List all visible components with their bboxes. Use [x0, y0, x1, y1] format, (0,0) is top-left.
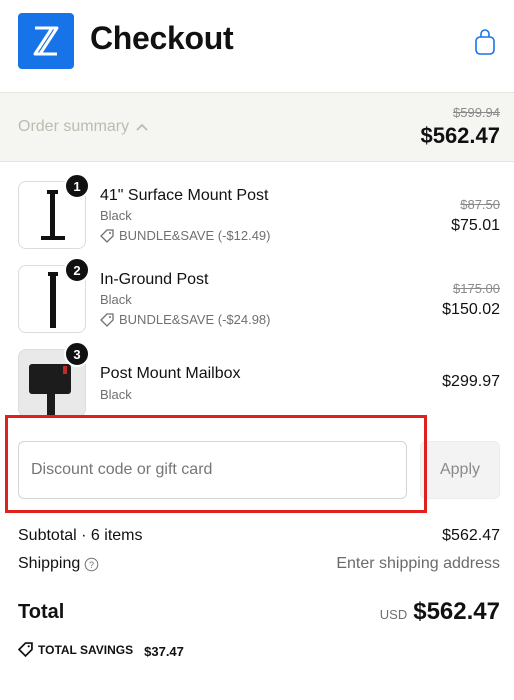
savings-label: TOTAL SAVINGS — [38, 642, 134, 657]
line-item: 2 In-Ground Post Black BUNDLE&SAVE (-$24… — [0, 257, 514, 335]
discount-field-wrapper — [18, 441, 407, 499]
order-summary-label: Order summary — [18, 118, 130, 135]
line-item: 3 Post Mount Mailbox Black $299.97 — [0, 341, 514, 419]
tag-icon — [100, 312, 114, 327]
discount-code-input[interactable] — [19, 442, 406, 498]
page-title: Checkout — [90, 20, 234, 56]
item-original-price: $175.00 — [453, 281, 500, 296]
item-discount: BUNDLE&SAVE (-$12.49) — [100, 228, 271, 243]
item-variant: Black — [100, 387, 132, 402]
total-label: Total — [18, 601, 65, 623]
shopping-bag-icon[interactable] — [474, 28, 496, 56]
subtotal-value: $562.47 — [442, 527, 500, 544]
shipping-label-group: Shipping ? — [18, 555, 99, 573]
item-price: $299.97 — [442, 373, 500, 390]
info-icon[interactable]: ? — [84, 557, 99, 572]
quantity-badge: 1 — [64, 173, 90, 199]
item-name: 41" Surface Mount Post — [100, 187, 269, 204]
item-variant: Black — [100, 292, 132, 307]
savings-amount: $37.47 — [144, 644, 184, 659]
quantity-badge: 2 — [64, 257, 90, 283]
x-diamond-logo-icon[interactable] — [18, 13, 74, 69]
discount-text: BUNDLE&SAVE (-$24.98) — [119, 312, 271, 327]
total-amount: $562.47 — [413, 598, 500, 625]
total-savings: TOTAL SAVINGS $37.47 — [18, 640, 184, 659]
summary-total: $562.47 — [420, 123, 500, 148]
total-value-group: USD $562.47 — [380, 598, 500, 626]
order-summary-toggle[interactable]: Order summary — [18, 118, 149, 136]
item-name: Post Mount Mailbox — [100, 365, 241, 382]
item-name: In-Ground Post — [100, 271, 209, 288]
line-item: 1 41" Surface Mount Post Black BUNDLE&SA… — [0, 173, 514, 251]
apply-discount-button[interactable]: Apply — [420, 441, 500, 499]
summary-original-total: $599.94 — [453, 105, 500, 120]
quantity-badge: 3 — [64, 341, 90, 367]
tag-icon — [100, 228, 114, 243]
chevron-up-icon — [136, 123, 148, 131]
checkout-header: Checkout — [0, 0, 514, 92]
currency-code: USD — [379, 607, 408, 622]
item-discount: BUNDLE&SAVE (-$24.98) — [100, 312, 271, 327]
shipping-row: Shipping ? Enter shipping address — [18, 555, 500, 575]
subtotal-label: Subtotal · 6 items — [18, 527, 143, 544]
shipping-value: Enter shipping address — [336, 555, 500, 572]
order-summary-bar[interactable]: Order summary $599.94 $562.47 — [0, 92, 514, 162]
tag-icon — [18, 642, 33, 657]
item-price: $75.01 — [451, 217, 500, 234]
shipping-label: Shipping — [18, 555, 81, 572]
discount-text: BUNDLE&SAVE (-$12.49) — [119, 228, 271, 243]
item-original-price: $87.50 — [460, 197, 500, 212]
item-variant: Black — [100, 208, 132, 223]
svg-text:?: ? — [89, 560, 94, 570]
item-price: $150.02 — [442, 301, 500, 318]
subtotal-row: Subtotal · 6 items $562.47 — [18, 527, 500, 547]
